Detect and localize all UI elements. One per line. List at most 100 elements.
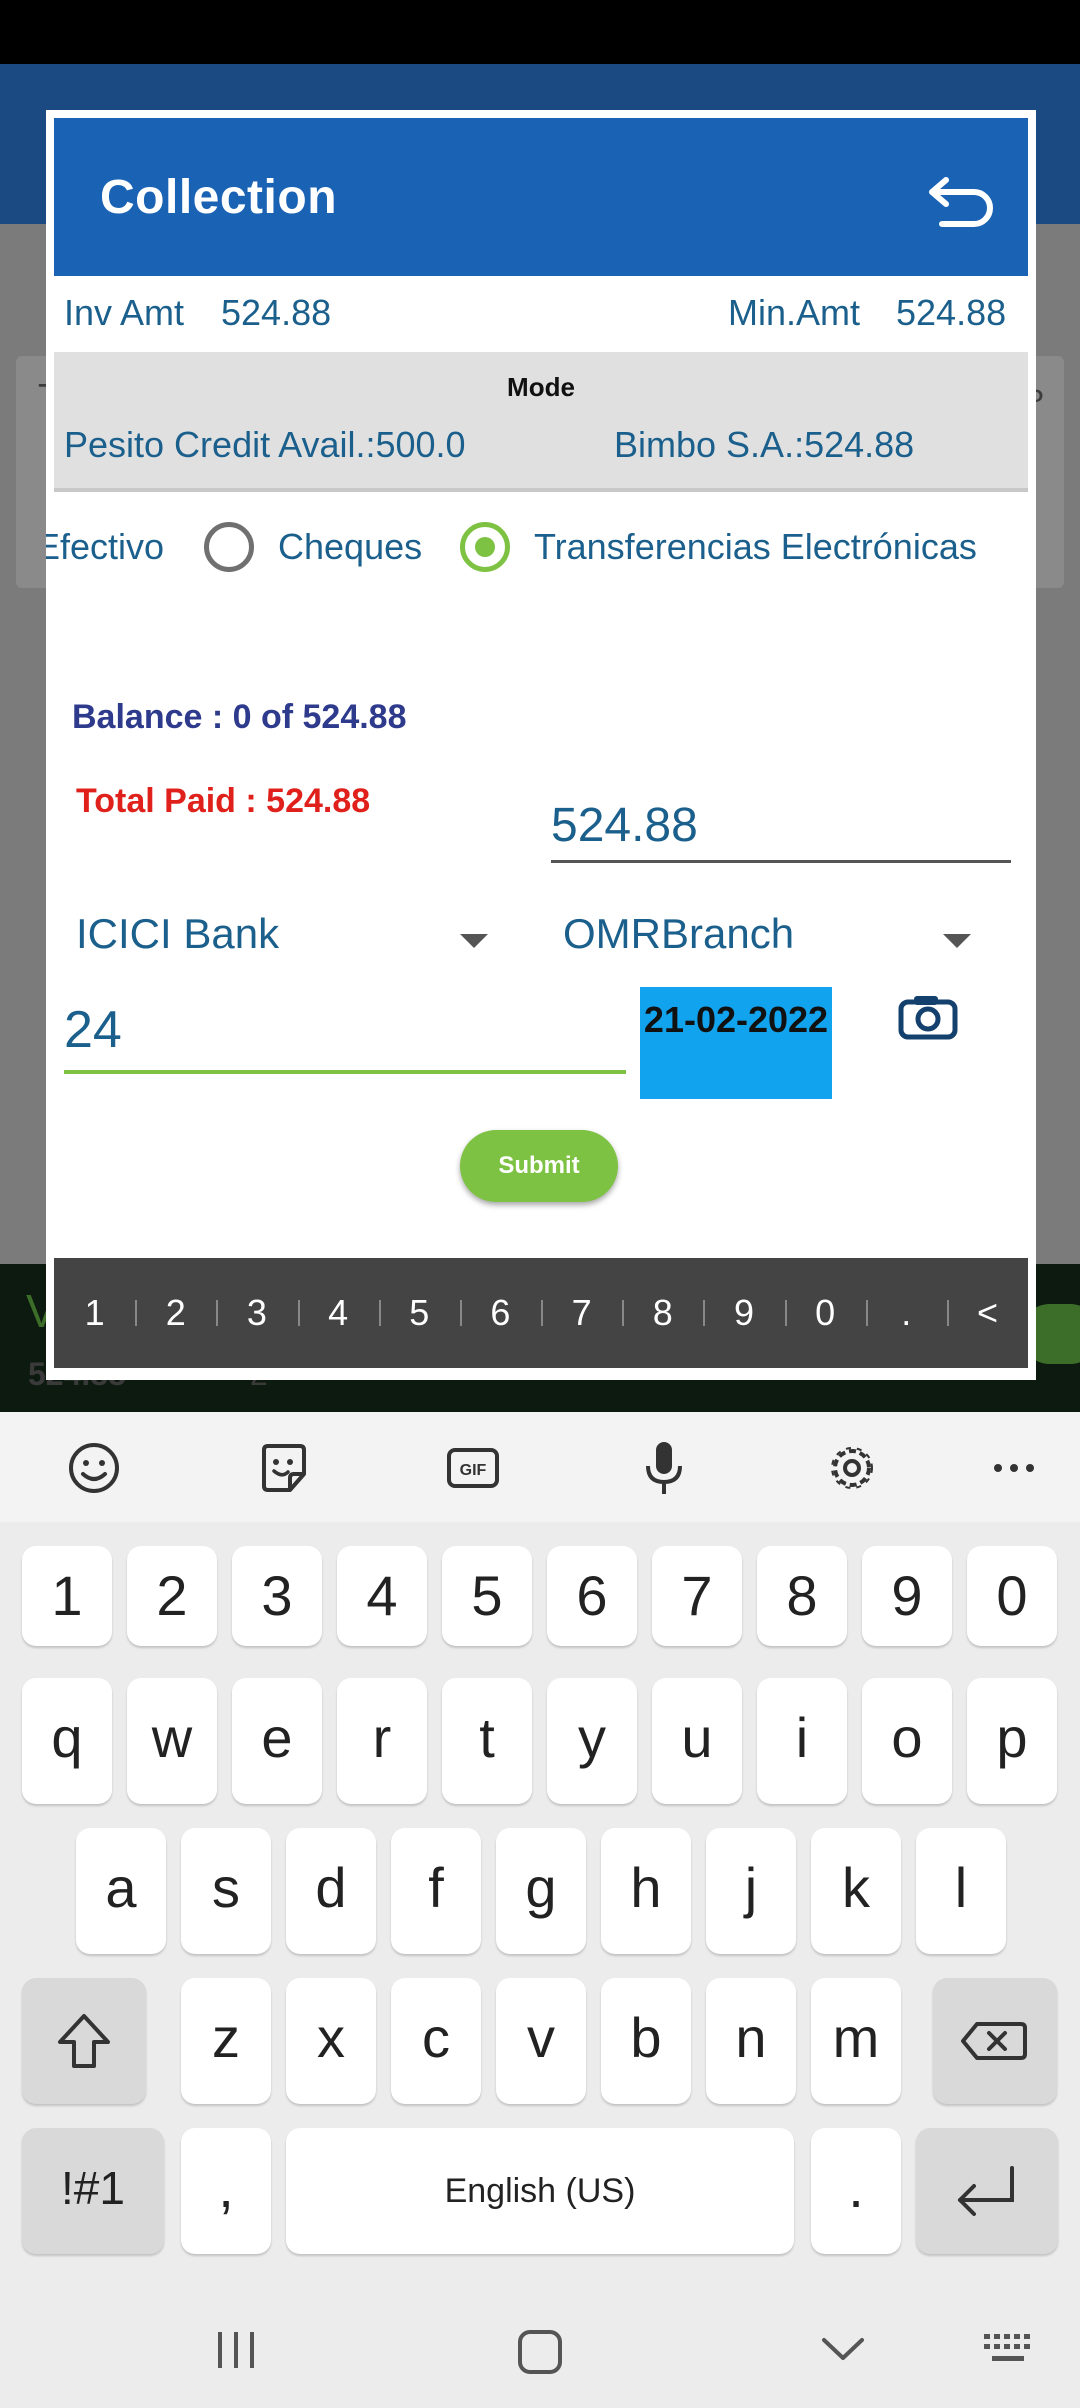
settings-icon[interactable] — [822, 1438, 882, 1498]
radio-transferencias[interactable] — [460, 522, 510, 572]
key-3[interactable]: 3 — [232, 1546, 322, 1646]
key-q[interactable]: q — [22, 1678, 112, 1804]
gif-label: GIF — [460, 1462, 487, 1479]
keyboard-keys: 1 2 3 4 5 6 7 8 9 0 q w e r t y u i o p … — [0, 1522, 1080, 2292]
key-4[interactable]: 4 — [337, 1546, 427, 1646]
key-h[interactable]: h — [601, 1828, 691, 1954]
hide-keyboard-icon[interactable] — [820, 2328, 866, 2372]
key-6[interactable]: 6 — [547, 1546, 637, 1646]
customer-balance: Bimbo S.A.:524.88 — [614, 424, 915, 465]
bank-dropdown-arrow-icon — [460, 934, 488, 948]
radio-cheques-label[interactable]: Cheques — [278, 526, 422, 568]
more-icon[interactable] — [984, 1438, 1044, 1498]
numpad-key-period[interactable]: . — [865, 1292, 947, 1334]
branch-dropdown[interactable]: OMRBranch — [563, 900, 1023, 970]
key-b[interactable]: b — [601, 1978, 691, 2104]
gif-icon[interactable]: GIF — [443, 1438, 503, 1498]
period-key[interactable]: . — [811, 2128, 901, 2254]
backspace-icon — [961, 2022, 1027, 2060]
radio-efectivo-label[interactable]: Efectivo — [46, 526, 164, 568]
bank-dropdown[interactable]: ICICI Bank — [76, 900, 506, 970]
balance-text: Balance : 0 of 524.88 — [72, 698, 407, 736]
enter-icon — [958, 2166, 1014, 2216]
numpad-key-9[interactable]: 9 — [703, 1292, 784, 1334]
date-picker-button[interactable]: 21-02-2022 — [640, 987, 832, 1099]
sticker-icon[interactable] — [254, 1438, 314, 1498]
numpad-key-3[interactable]: 3 — [216, 1292, 297, 1334]
submit-button[interactable]: Submit — [460, 1130, 618, 1202]
key-e[interactable]: e — [232, 1678, 322, 1804]
back-icon[interactable] — [924, 170, 1000, 230]
key-g[interactable]: g — [496, 1828, 586, 1954]
symbols-key[interactable]: !#1 — [22, 2128, 164, 2254]
backspace-key[interactable] — [933, 1978, 1057, 2104]
inv-amt-label: Inv Amt — [64, 292, 185, 333]
numeric-keypad: 1 2 3 4 5 6 7 8 9 0 . < — [54, 1258, 1028, 1368]
mode-section: Mode Pesito Credit Avail.:500.0 Bimbo S.… — [54, 352, 1028, 492]
key-8[interactable]: 8 — [757, 1546, 847, 1646]
key-x[interactable]: x — [286, 1978, 376, 2104]
comma-key[interactable]: , — [181, 2128, 271, 2254]
branch-dropdown-arrow-icon — [943, 934, 971, 948]
min-amt-value: 524.88 — [896, 292, 1007, 333]
radio-cheques[interactable] — [204, 522, 254, 572]
recent-apps-icon[interactable] — [212, 2328, 260, 2372]
camera-icon[interactable] — [898, 994, 958, 1040]
status-bar — [0, 0, 1080, 64]
mode-title: Mode — [507, 372, 575, 402]
key-i[interactable]: i — [757, 1678, 847, 1804]
payment-mode-group: Efectivo Cheques Transferencias Electrón… — [46, 510, 1036, 590]
numpad-key-6[interactable]: 6 — [459, 1292, 541, 1334]
key-1[interactable]: 1 — [22, 1546, 112, 1646]
key-r[interactable]: r — [337, 1678, 427, 1804]
microphone-icon[interactable] — [634, 1438, 694, 1498]
key-0[interactable]: 0 — [967, 1546, 1057, 1646]
key-y[interactable]: y — [547, 1678, 637, 1804]
key-u[interactable]: u — [652, 1678, 742, 1804]
home-icon[interactable] — [516, 2328, 564, 2376]
collection-dialog: Collection Inv Amt 524.88 Min.Amt 524.88… — [46, 110, 1036, 1380]
key-7[interactable]: 7 — [652, 1546, 742, 1646]
inv-amt-value: 524.88 — [221, 292, 332, 333]
numpad-key-8[interactable]: 8 — [622, 1292, 703, 1334]
key-t[interactable]: t — [442, 1678, 532, 1804]
shift-icon — [58, 2014, 110, 2068]
key-2[interactable]: 2 — [127, 1546, 217, 1646]
key-f[interactable]: f — [391, 1828, 481, 1954]
numpad-key-2[interactable]: 2 — [135, 1292, 216, 1334]
key-m[interactable]: m — [811, 1978, 901, 2104]
navigation-bar — [0, 2292, 1080, 2408]
numpad-key-backspace[interactable]: < — [946, 1292, 1028, 1334]
key-a[interactable]: a — [76, 1828, 166, 1954]
enter-key[interactable] — [916, 2128, 1058, 2254]
emoji-icon[interactable] — [64, 1438, 124, 1498]
key-p[interactable]: p — [967, 1678, 1057, 1804]
numpad-key-7[interactable]: 7 — [541, 1292, 622, 1334]
key-k[interactable]: k — [811, 1828, 901, 1954]
shift-key[interactable] — [22, 1978, 146, 2104]
key-v[interactable]: v — [496, 1978, 586, 2104]
radio-transferencias-label[interactable]: Transferencias Electrónicas — [534, 526, 977, 568]
key-j[interactable]: j — [706, 1828, 796, 1954]
key-w[interactable]: w — [127, 1678, 217, 1804]
key-s[interactable]: s — [181, 1828, 271, 1954]
amount-input[interactable] — [551, 790, 1011, 863]
numpad-key-0[interactable]: 0 — [784, 1292, 866, 1334]
key-o[interactable]: o — [862, 1678, 952, 1804]
reference-input[interactable] — [64, 990, 626, 1074]
numpad-key-4[interactable]: 4 — [297, 1292, 379, 1334]
key-9[interactable]: 9 — [862, 1546, 952, 1646]
key-5[interactable]: 5 — [442, 1546, 532, 1646]
numpad-key-5[interactable]: 5 — [378, 1292, 460, 1334]
key-l[interactable]: l — [916, 1828, 1006, 1954]
space-key[interactable]: English (US) — [286, 2128, 794, 2254]
total-paid-text: Total Paid : 524.88 — [76, 782, 371, 820]
key-d[interactable]: d — [286, 1828, 376, 1954]
dialog-header: Collection — [54, 118, 1028, 276]
key-z[interactable]: z — [181, 1978, 271, 2104]
keyboard-switch-icon[interactable] — [982, 2328, 1038, 2372]
key-c[interactable]: c — [391, 1978, 481, 2104]
numpad-key-1[interactable]: 1 — [54, 1292, 135, 1334]
min-amt-label: Min.Amt — [728, 292, 861, 333]
key-n[interactable]: n — [706, 1978, 796, 2104]
